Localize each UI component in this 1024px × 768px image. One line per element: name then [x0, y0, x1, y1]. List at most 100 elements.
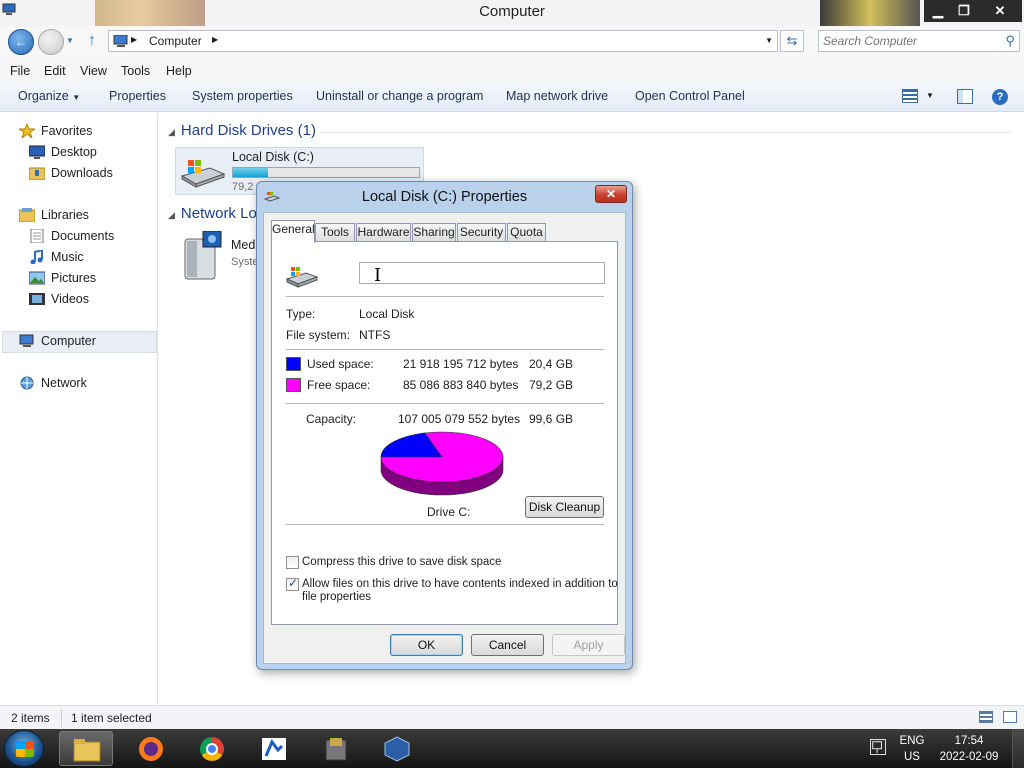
collapse-triangle-icon: ◢ — [168, 127, 175, 137]
clock[interactable]: 17:54 2022-02-09 — [935, 733, 1003, 765]
media-device-subtitle: Syste — [231, 256, 259, 268]
cancel-button[interactable]: Cancel — [471, 634, 544, 656]
status-bar: 2 items 1 item selected — [0, 705, 1024, 729]
breadcrumb-arrow-icon[interactable]: ▶ — [212, 35, 218, 44]
tab-security[interactable]: Security — [457, 223, 506, 242]
system-properties-button[interactable]: System properties — [192, 89, 293, 103]
divider — [286, 524, 604, 525]
selection-count: 1 item selected — [71, 711, 152, 725]
drive-letter-label: Drive C: — [427, 505, 471, 519]
libraries-icon — [19, 208, 35, 222]
volume-label-input[interactable]: I — [359, 262, 605, 286]
language-indicator[interactable]: ENG US — [899, 733, 925, 765]
free-space-swatch — [286, 378, 301, 392]
disk-usage-pie-chart — [380, 431, 504, 496]
videos-icon — [29, 293, 45, 305]
breadcrumb-computer[interactable]: Computer — [149, 34, 202, 48]
close-button[interactable]: ✕ — [978, 0, 1022, 22]
network-locations-header[interactable]: ◢ Network Lo — [168, 205, 257, 222]
address-dropdown-icon[interactable]: ▼ — [765, 36, 773, 45]
windows-logo-icon — [16, 741, 34, 757]
drive-usage-bar — [232, 167, 420, 178]
menu-view[interactable]: View — [80, 64, 107, 78]
taskbar-firefox[interactable] — [124, 731, 178, 766]
divider — [286, 349, 604, 350]
start-button[interactable] — [4, 730, 44, 767]
taskbar-app-archive[interactable] — [309, 731, 363, 766]
ok-button[interactable]: OK — [390, 634, 463, 656]
drive-name: Local Disk (C:) — [232, 150, 314, 164]
compress-drive-checkbox[interactable] — [286, 556, 299, 569]
search-icon[interactable]: ⚲ — [1005, 33, 1015, 49]
organize-button[interactable]: Organize ▼ — [18, 89, 80, 103]
chevron-down-icon: ▼ — [72, 93, 81, 102]
maximize-button[interactable]: ❐ — [950, 0, 978, 22]
taskbar-file-explorer[interactable] — [59, 731, 113, 766]
downloads-folder-icon — [29, 167, 45, 180]
chrome-icon — [199, 737, 225, 762]
menu-help[interactable]: Help — [166, 64, 192, 78]
breadcrumb-arrow-icon[interactable]: ▶ — [131, 35, 137, 44]
general-tab-panel: I Type: Local Disk File system: NTFS Use… — [271, 241, 618, 625]
apply-button[interactable]: Apply — [552, 634, 625, 656]
documents-icon — [30, 229, 44, 243]
used-space-gb: 20,4 GB — [529, 357, 574, 371]
index-contents-checkbox[interactable] — [286, 576, 299, 591]
menu-tools[interactable]: Tools — [121, 64, 150, 78]
large-icons-view-icon[interactable] — [1003, 711, 1017, 723]
details-view-icon[interactable] — [979, 711, 993, 723]
taskbar-virtualbox[interactable] — [370, 731, 424, 766]
type-label: Type: — [286, 307, 316, 321]
blue-app-icon — [262, 738, 286, 760]
properties-button[interactable]: Properties — [109, 89, 166, 103]
media-device-name[interactable]: Med — [231, 238, 255, 252]
used-space-bytes: 21 918 195 712 bytes — [403, 357, 519, 371]
search-box[interactable]: ⚲ — [818, 30, 1020, 52]
chevron-down-icon[interactable]: ▼ — [926, 91, 934, 100]
menu-file[interactable]: File — [10, 64, 30, 78]
tab-general[interactable]: General — [271, 220, 315, 243]
minimize-button[interactable]: ▁ — [924, 0, 952, 22]
recent-pages-dropdown[interactable]: ▼ — [66, 36, 74, 45]
tab-hardware[interactable]: Hardware — [356, 223, 411, 242]
index-contents-label-line2: file properties — [302, 591, 372, 603]
uninstall-program-button[interactable]: Uninstall or change a program — [316, 89, 483, 103]
virtualbox-icon — [384, 736, 410, 762]
hard-disk-drives-header[interactable]: ◢ Hard Disk Drives (1) — [168, 122, 316, 139]
taskbar-chrome[interactable] — [185, 731, 239, 766]
map-network-drive-button[interactable]: Map network drive — [506, 89, 608, 103]
tab-quota[interactable]: Quota — [507, 223, 546, 242]
menu-edit[interactable]: Edit — [44, 64, 66, 78]
group-divider — [321, 132, 1011, 133]
show-desktop-button[interactable] — [1012, 729, 1024, 768]
dialog-client-area: General Tools Hardware Sharing Security … — [263, 212, 626, 664]
firefox-icon — [139, 737, 163, 761]
taskbar-app-blue[interactable] — [247, 731, 301, 766]
divider — [286, 403, 604, 404]
free-space-label: Free space: — [307, 378, 371, 392]
drive-large-icon — [286, 267, 318, 288]
command-bar: Organize ▼ Properties System properties … — [0, 82, 1024, 112]
file-system-label: File system: — [286, 328, 351, 342]
capacity-gb: 99,6 GB — [529, 412, 574, 426]
dialog-close-button[interactable]: ✕ — [595, 185, 627, 203]
open-control-panel-button[interactable]: Open Control Panel — [635, 89, 745, 103]
capacity-label: Capacity: — [306, 412, 357, 426]
refresh-button[interactable]: ⇆ — [780, 30, 804, 52]
tab-tools[interactable]: Tools — [315, 223, 355, 242]
free-space-gb: 79,2 GB — [529, 378, 574, 392]
hard-drive-icon — [180, 160, 226, 188]
up-button[interactable]: ↑ — [88, 32, 96, 50]
action-center-icon[interactable] — [870, 739, 886, 755]
change-view-icon[interactable] — [902, 89, 918, 103]
search-input[interactable] — [823, 33, 998, 49]
tab-sharing[interactable]: Sharing — [412, 223, 456, 242]
divider — [286, 296, 604, 297]
disk-cleanup-button[interactable]: Disk Cleanup — [525, 496, 604, 518]
help-icon[interactable]: ? — [992, 89, 1008, 105]
preview-pane-icon[interactable] — [957, 89, 973, 104]
back-button[interactable]: ← — [8, 29, 34, 55]
menu-bar: File Edit View Tools Help — [0, 60, 1024, 82]
forward-button[interactable] — [38, 29, 64, 55]
address-bar[interactable]: ▶ Computer ▶ ▼ — [108, 30, 778, 52]
